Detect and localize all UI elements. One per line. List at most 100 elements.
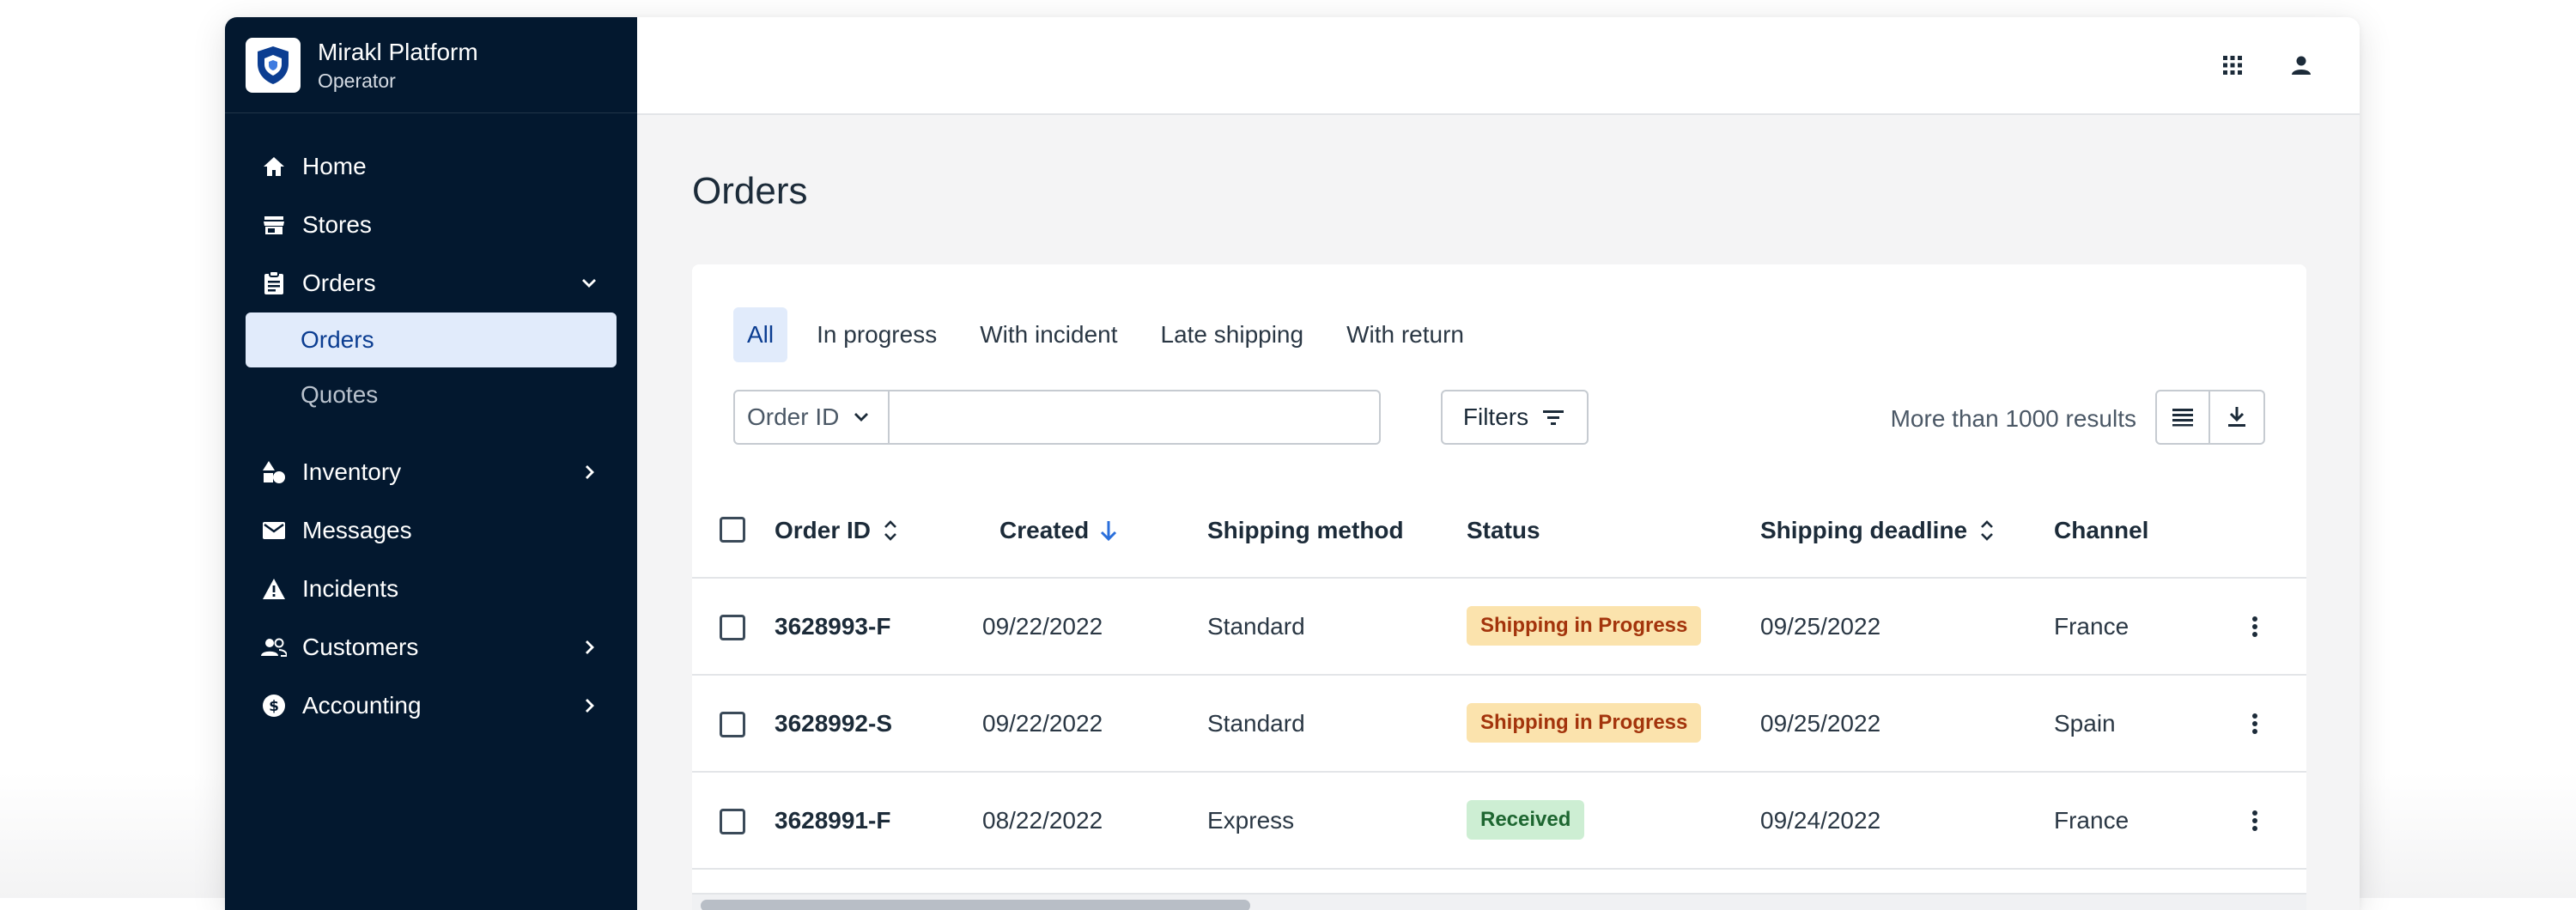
tab-all[interactable]: All bbox=[733, 307, 788, 362]
chevron-down-icon bbox=[582, 279, 596, 288]
filters-button[interactable]: Filters bbox=[1441, 390, 1589, 445]
list-view-icon bbox=[2172, 409, 2193, 427]
row-checkbox[interactable] bbox=[720, 809, 745, 834]
status-badge: Shipping in Progress bbox=[1467, 606, 1702, 646]
sidebar-item-label: Incidents bbox=[302, 575, 399, 602]
sidebar-item-label: Orders bbox=[302, 270, 376, 296]
sidebar-item-label: Inventory bbox=[302, 458, 402, 485]
sidebar-item-stores[interactable]: Stores bbox=[225, 196, 637, 254]
shipping-deadline: 09/25/2022 bbox=[1760, 710, 1881, 737]
column-order-id[interactable]: Order ID bbox=[775, 517, 900, 544]
orders-table: Order ID Created Shipping method Status … bbox=[692, 482, 2306, 870]
channel: France bbox=[2054, 613, 2129, 640]
sidebar-item-label: Messages bbox=[302, 517, 412, 543]
svg-text:$: $ bbox=[269, 698, 279, 715]
created-date: 09/22/2022 bbox=[982, 613, 1103, 640]
sort-icon bbox=[1981, 520, 1994, 541]
sidebar-nav: Home Stores Orders Orders Quotes Invento… bbox=[225, 113, 637, 735]
view-actions bbox=[2155, 390, 2265, 445]
channel: France bbox=[2054, 807, 2129, 834]
column-created[interactable]: Created bbox=[999, 517, 1118, 544]
table-row[interactable]: 3628993-F 09/22/2022 Standard Shipping i… bbox=[692, 579, 2306, 676]
status-badge: Shipping in Progress bbox=[1467, 703, 1702, 743]
clipboard-icon bbox=[261, 270, 287, 296]
chevron-right-icon bbox=[586, 640, 594, 654]
status-badge: Received bbox=[1467, 800, 1585, 840]
sidebar-item-home[interactable]: Home bbox=[225, 137, 637, 196]
export-button[interactable] bbox=[2210, 390, 2265, 445]
sidebar-item-label: Accounting bbox=[302, 692, 422, 719]
search-input[interactable] bbox=[890, 390, 1381, 445]
created-date: 09/22/2022 bbox=[982, 710, 1103, 737]
shipping-method: Standard bbox=[1207, 613, 1305, 640]
search-field-label: Order ID bbox=[747, 403, 840, 430]
people-icon bbox=[261, 634, 287, 660]
order-id[interactable]: 3628993-F bbox=[775, 613, 890, 640]
shapes-icon bbox=[261, 459, 287, 485]
user-icon[interactable] bbox=[2286, 50, 2317, 81]
column-channel: Channel bbox=[2054, 517, 2149, 543]
top-bar bbox=[637, 17, 2360, 115]
results-count: More than 1000 results bbox=[1890, 405, 2136, 432]
tab-with-incident[interactable]: With incident bbox=[966, 307, 1131, 362]
channel: Spain bbox=[2054, 710, 2116, 737]
search-bar: Order ID bbox=[733, 390, 1538, 445]
dollar-icon: $ bbox=[261, 693, 287, 719]
table-header: Order ID Created Shipping method Status … bbox=[692, 482, 2306, 579]
column-status: Status bbox=[1467, 517, 1540, 543]
brand-role: Operator bbox=[318, 69, 396, 92]
app-window: Mirakl Platform Operator Home Stores Ord… bbox=[225, 17, 2360, 910]
sidebar-subitem-quotes[interactable]: Quotes bbox=[246, 367, 617, 422]
warning-icon bbox=[261, 576, 287, 602]
brand-header[interactable]: Mirakl Platform Operator bbox=[225, 17, 637, 113]
shipping-deadline: 09/25/2022 bbox=[1760, 613, 1881, 640]
tab-in-progress[interactable]: In progress bbox=[803, 307, 951, 362]
order-id[interactable]: 3628992-S bbox=[775, 710, 892, 737]
sidebar-item-messages[interactable]: Messages bbox=[225, 501, 637, 560]
filters-label: Filters bbox=[1462, 403, 1529, 430]
sidebar: Mirakl Platform Operator Home Stores Ord… bbox=[225, 17, 637, 910]
row-checkbox[interactable] bbox=[720, 615, 745, 640]
column-shipping-method: Shipping method bbox=[1207, 517, 1404, 543]
chevron-right-icon bbox=[586, 699, 594, 713]
table-row[interactable]: 3628991-F 08/22/2022 Express Received 09… bbox=[692, 773, 2306, 870]
sidebar-item-label: Stores bbox=[302, 211, 372, 238]
chevron-down-icon bbox=[854, 413, 869, 422]
scrollbar-thumb[interactable] bbox=[701, 900, 1250, 910]
more-vert-icon[interactable] bbox=[2241, 807, 2269, 834]
brand-name: Mirakl Platform bbox=[318, 38, 478, 65]
more-vert-icon[interactable] bbox=[2241, 710, 2269, 737]
home-icon bbox=[261, 154, 287, 179]
sidebar-item-customers[interactable]: Customers bbox=[225, 618, 637, 676]
sidebar-item-inventory[interactable]: Inventory bbox=[225, 443, 637, 501]
shipping-method: Standard bbox=[1207, 710, 1305, 737]
download-icon bbox=[2228, 407, 2245, 427]
mail-icon bbox=[261, 518, 287, 543]
sidebar-item-incidents[interactable]: Incidents bbox=[225, 560, 637, 618]
sidebar-item-accounting[interactable]: $ Accounting bbox=[225, 676, 637, 735]
screen-background: Mirakl Platform Operator Home Stores Ord… bbox=[0, 0, 2576, 910]
density-button[interactable] bbox=[2155, 390, 2210, 445]
shipping-deadline: 09/24/2022 bbox=[1760, 807, 1881, 834]
sort-descending-icon bbox=[1101, 521, 1117, 542]
select-all-checkbox[interactable] bbox=[720, 517, 745, 543]
shipping-method: Express bbox=[1207, 807, 1295, 834]
row-checkbox[interactable] bbox=[720, 712, 745, 737]
sidebar-item-orders[interactable]: Orders bbox=[225, 254, 637, 312]
tab-late-shipping[interactable]: Late shipping bbox=[1147, 307, 1318, 362]
filter-icon bbox=[1543, 410, 1564, 425]
search-field-select[interactable]: Order ID bbox=[733, 390, 890, 445]
tab-with-return[interactable]: With return bbox=[1333, 307, 1478, 362]
order-id[interactable]: 3628991-F bbox=[775, 807, 890, 834]
apps-grid-icon[interactable] bbox=[2217, 50, 2248, 81]
mirakl-logo-icon bbox=[246, 37, 301, 93]
sidebar-item-label: Home bbox=[302, 153, 367, 179]
more-vert-icon[interactable] bbox=[2241, 613, 2269, 640]
page-title: Orders bbox=[692, 170, 808, 212]
column-shipping-deadline[interactable]: Shipping deadline bbox=[1760, 517, 1996, 544]
order-tabs: All In progress With incident Late shipp… bbox=[733, 307, 1493, 362]
sidebar-item-label: Customers bbox=[302, 634, 419, 660]
sidebar-subitem-orders[interactable]: Orders bbox=[246, 312, 617, 367]
horizontal-scrollbar[interactable] bbox=[692, 893, 2306, 910]
table-row[interactable]: 3628992-S 09/22/2022 Standard Shipping i… bbox=[692, 676, 2306, 773]
